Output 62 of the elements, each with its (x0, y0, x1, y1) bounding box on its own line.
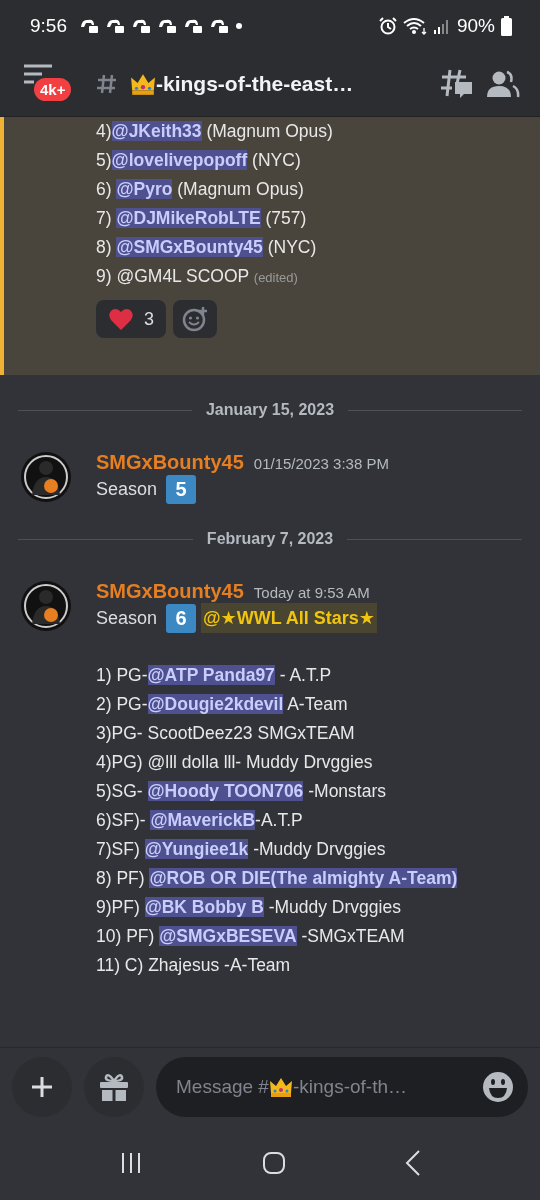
timestamp: 01/15/2023 3:38 PM (253, 455, 389, 472)
role-mention[interactable]: @★WWL All Stars★ (201, 603, 377, 633)
message-line: 4)@JKeith33 (Magnum Opus) (95, 120, 334, 143)
message-line: 11) C) Zhajesus -A-Team (96, 954, 292, 977)
mention-link[interactable]: @Yungiee1k (144, 839, 249, 859)
message-line: 3)PG- ScootDeez23 SMGxTEAM (96, 722, 356, 745)
mention-link[interactable]: @Dougie2kdevil (147, 694, 284, 714)
message-field[interactable]: Message # -kings-of-th… (156, 1057, 528, 1117)
menu-icon[interactable] (24, 64, 52, 84)
message-text: Season (96, 478, 159, 501)
mention-link[interactable]: @Pyro (116, 179, 173, 199)
mention-link[interactable]: @BK Bobby B (144, 897, 264, 917)
username[interactable]: SMGxBounty45 (96, 451, 244, 474)
message-line: 8) PF) @ROB OR DIE(The almighty A-Team) (96, 867, 459, 890)
mention-link[interactable]: @Hoody TOON706 (147, 781, 304, 801)
mention-link[interactable]: @ATP Panda97 (147, 665, 275, 685)
home-icon[interactable] (262, 1151, 286, 1175)
number-emoji: 6 (166, 603, 197, 633)
wifi-icon (402, 17, 427, 35)
message-line: 1) PG-@ATP Panda97 - A.T.P (96, 664, 333, 687)
clock-time: 9:56 (30, 15, 67, 37)
message-line: 6) @Pyro (Magnum Opus) (95, 178, 305, 201)
gift-icon (99, 1072, 129, 1102)
timestamp: Today at 9:53 AM (253, 584, 370, 601)
battery-icon (501, 16, 512, 36)
message-line: 7)SF) @Yungiee1k -Muddy Drvggies (96, 838, 387, 861)
hash-icon (96, 73, 118, 95)
mention-link[interactable]: @SMGxBESEVA (159, 926, 297, 946)
battery-percent: 90% (456, 15, 495, 37)
number-emoji: 5 (166, 474, 197, 504)
channel-name: -kings-of-the-east… (156, 72, 355, 96)
plus-icon (31, 1076, 53, 1098)
add-emoji-icon (182, 306, 208, 332)
message-line: 9)PF) @BK Bobby B -Muddy Drvggies (96, 896, 402, 919)
members-icon[interactable] (486, 70, 520, 98)
unread-badge: 4k+ (34, 78, 72, 101)
alarm-icon (378, 17, 397, 35)
date-divider: February 7, 2023 (206, 530, 334, 548)
username[interactable]: SMGxBounty45 (96, 580, 244, 603)
emoji-icon[interactable] (482, 1071, 514, 1103)
add-reaction-button[interactable] (173, 300, 217, 338)
message-line: 4)PG) @lll dolla lll- Muddy Drvggies (96, 751, 374, 774)
avatar (20, 451, 72, 503)
signal-icon (432, 17, 451, 35)
back-icon[interactable] (404, 1150, 421, 1176)
message-line: 9) @GM4L SCOOP (edited) (95, 265, 299, 288)
mention-link[interactable]: @SMGxBounty45 (116, 237, 263, 257)
heart-icon (108, 307, 134, 331)
threads-icon[interactable] (440, 68, 474, 100)
mention-link[interactable]: @JKeith33 (111, 121, 202, 141)
message-line: 2) PG-@Dougie2kdevil A-Team (96, 693, 349, 716)
date-divider: January 15, 2023 (205, 401, 335, 419)
mention-link[interactable]: @DJMikeRobLTE (116, 208, 261, 228)
message-line: 10) PF) @SMGxBESEVA -SMGxTEAM (96, 925, 406, 948)
message-line: 8) @SMGxBounty45 (NYC) (95, 236, 318, 259)
message-line: 7) @DJMikeRobLTE (757) (95, 207, 308, 230)
dot-icon (235, 22, 243, 30)
message-line: 5)SG- @Hoody TOON706 -Monstars (96, 780, 387, 803)
mention-link[interactable]: @ROB OR DIE(The almighty A-Team) (149, 868, 458, 888)
avatar (20, 580, 72, 632)
message-text: Season (96, 607, 159, 630)
reaction-button[interactable]: 3 (96, 300, 166, 338)
